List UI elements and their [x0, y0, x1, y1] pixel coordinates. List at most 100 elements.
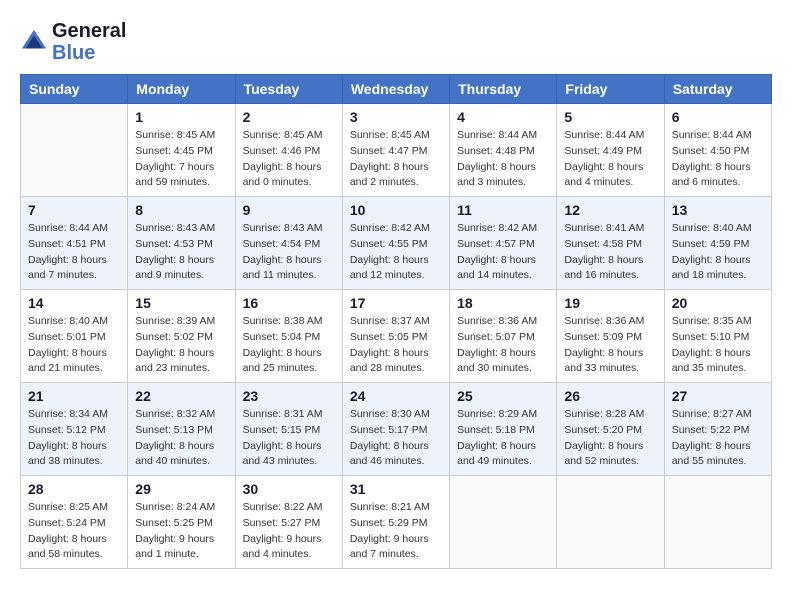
day-info: Sunrise: 8:34 AM Sunset: 5:12 PM Dayligh…: [28, 407, 120, 470]
day-info: Sunrise: 8:25 AM Sunset: 5:24 PM Dayligh…: [28, 500, 120, 563]
day-number: 19: [564, 295, 656, 311]
day-info: Sunrise: 8:42 AM Sunset: 4:55 PM Dayligh…: [350, 221, 442, 284]
weekday-header-row: SundayMondayTuesdayWednesdayThursdayFrid…: [21, 75, 772, 104]
day-info: Sunrise: 8:40 AM Sunset: 4:59 PM Dayligh…: [672, 221, 764, 284]
calendar-cell: 28 Sunrise: 8:25 AM Sunset: 5:24 PM Dayli…: [21, 476, 128, 569]
day-info: Sunrise: 8:28 AM Sunset: 5:20 PM Dayligh…: [564, 407, 656, 470]
weekday-header-friday: Friday: [557, 75, 664, 104]
day-info: Sunrise: 8:39 AM Sunset: 5:02 PM Dayligh…: [135, 314, 227, 377]
day-number: 12: [564, 202, 656, 218]
day-info: Sunrise: 8:44 AM Sunset: 4:48 PM Dayligh…: [457, 128, 549, 191]
day-number: 25: [457, 388, 549, 404]
day-info: Sunrise: 8:41 AM Sunset: 4:58 PM Dayligh…: [564, 221, 656, 284]
day-number: 10: [350, 202, 442, 218]
calendar-cell: 15 Sunrise: 8:39 AM Sunset: 5:02 PM Dayli…: [128, 290, 235, 383]
day-number: 8: [135, 202, 227, 218]
day-info: Sunrise: 8:21 AM Sunset: 5:29 PM Dayligh…: [350, 500, 442, 563]
day-number: 24: [350, 388, 442, 404]
day-number: 20: [672, 295, 764, 311]
day-number: 14: [28, 295, 120, 311]
calendar-cell: 29Sunrise: 8:24 AM Sunset: 5:25 PM Dayli…: [128, 476, 235, 569]
day-number: 11: [457, 202, 549, 218]
day-info: Sunrise: 8:36 AM Sunset: 5:07 PM Dayligh…: [457, 314, 549, 377]
logo: General Blue: [20, 20, 126, 64]
calendar-cell: 1Sunrise: 8:45 AM Sunset: 4:45 PM Daylig…: [128, 104, 235, 197]
day-info: Sunrise: 8:29 AM Sunset: 5:18 PM Dayligh…: [457, 407, 549, 470]
day-info: Sunrise: 8:42 AM Sunset: 4:57 PM Dayligh…: [457, 221, 549, 284]
day-info: Sunrise: 8:44 AM Sunset: 4:50 PM Dayligh…: [672, 128, 764, 191]
weekday-header-wednesday: Wednesday: [342, 75, 449, 104]
day-number: 3: [350, 109, 442, 125]
day-info: Sunrise: 8:45 AM Sunset: 4:47 PM Dayligh…: [350, 128, 442, 191]
calendar-cell: 13 Sunrise: 8:40 AM Sunset: 4:59 PM Dayli…: [664, 197, 771, 290]
weekday-header-tuesday: Tuesday: [235, 75, 342, 104]
weekday-header-thursday: Thursday: [450, 75, 557, 104]
day-info: Sunrise: 8:22 AM Sunset: 5:27 PM Dayligh…: [243, 500, 335, 563]
day-info: Sunrise: 8:31 AM Sunset: 5:15 PM Dayligh…: [243, 407, 335, 470]
day-info: Sunrise: 8:43 AM Sunset: 4:53 PM Dayligh…: [135, 221, 227, 284]
calendar-cell: 23 Sunrise: 8:31 AM Sunset: 5:15 PM Dayli…: [235, 383, 342, 476]
day-number: 23: [243, 388, 335, 404]
day-info: Sunrise: 8:45 AM Sunset: 4:46 PM Dayligh…: [243, 128, 335, 191]
calendar-cell: 3 Sunrise: 8:45 AM Sunset: 4:47 PM Daylig…: [342, 104, 449, 197]
calendar-table: SundayMondayTuesdayWednesdayThursdayFrid…: [20, 74, 772, 569]
weekday-header-saturday: Saturday: [664, 75, 771, 104]
day-number: 13: [672, 202, 764, 218]
day-info: Sunrise: 8:44 AM Sunset: 4:51 PM Dayligh…: [28, 221, 120, 284]
calendar-cell: 17Sunrise: 8:37 AM Sunset: 5:05 PM Dayli…: [342, 290, 449, 383]
calendar-cell: 31 Sunrise: 8:21 AM Sunset: 5:29 PM Dayli…: [342, 476, 449, 569]
day-number: 7: [28, 202, 120, 218]
calendar-cell: 6 Sunrise: 8:44 AM Sunset: 4:50 PM Daylig…: [664, 104, 771, 197]
calendar-cell: 5 Sunrise: 8:44 AM Sunset: 4:49 PM Daylig…: [557, 104, 664, 197]
day-number: 31: [350, 481, 442, 497]
day-info: Sunrise: 8:32 AM Sunset: 5:13 PM Dayligh…: [135, 407, 227, 470]
calendar-cell: 4 Sunrise: 8:44 AM Sunset: 4:48 PM Daylig…: [450, 104, 557, 197]
calendar-cell: 8 Sunrise: 8:43 AM Sunset: 4:53 PM Daylig…: [128, 197, 235, 290]
calendar-week-row: 21 Sunrise: 8:34 AM Sunset: 5:12 PM Dayli…: [21, 383, 772, 476]
weekday-header-sunday: Sunday: [21, 75, 128, 104]
day-number: 15: [135, 295, 227, 311]
day-number: 27: [672, 388, 764, 404]
day-number: 26: [564, 388, 656, 404]
calendar-cell: 18Sunrise: 8:36 AM Sunset: 5:07 PM Dayli…: [450, 290, 557, 383]
calendar-cell: 11 Sunrise: 8:42 AM Sunset: 4:57 PM Dayli…: [450, 197, 557, 290]
day-number: 6: [672, 109, 764, 125]
day-info: Sunrise: 8:45 AM Sunset: 4:45 PM Dayligh…: [135, 128, 227, 191]
calendar-cell: 12 Sunrise: 8:41 AM Sunset: 4:58 PM Dayli…: [557, 197, 664, 290]
page-header: General Blue: [20, 20, 772, 64]
calendar-week-row: 7 Sunrise: 8:44 AM Sunset: 4:51 PM Daylig…: [21, 197, 772, 290]
logo-text: General Blue: [52, 20, 126, 64]
day-info: Sunrise: 8:37 AM Sunset: 5:05 PM Dayligh…: [350, 314, 442, 377]
calendar-cell: [557, 476, 664, 569]
calendar-week-row: 28 Sunrise: 8:25 AM Sunset: 5:24 PM Dayli…: [21, 476, 772, 569]
calendar-week-row: 1Sunrise: 8:45 AM Sunset: 4:45 PM Daylig…: [21, 104, 772, 197]
day-number: 5: [564, 109, 656, 125]
day-info: Sunrise: 8:38 AM Sunset: 5:04 PM Dayligh…: [243, 314, 335, 377]
calendar-cell: 9 Sunrise: 8:43 AM Sunset: 4:54 PM Daylig…: [235, 197, 342, 290]
day-number: 30: [243, 481, 335, 497]
day-info: Sunrise: 8:44 AM Sunset: 4:49 PM Dayligh…: [564, 128, 656, 191]
day-info: Sunrise: 8:40 AM Sunset: 5:01 PM Dayligh…: [28, 314, 120, 377]
day-info: Sunrise: 8:43 AM Sunset: 4:54 PM Dayligh…: [243, 221, 335, 284]
weekday-header-monday: Monday: [128, 75, 235, 104]
calendar-cell: 21 Sunrise: 8:34 AM Sunset: 5:12 PM Dayli…: [21, 383, 128, 476]
day-number: 16: [243, 295, 335, 311]
day-number: 9: [243, 202, 335, 218]
calendar-cell: 30 Sunrise: 8:22 AM Sunset: 5:27 PM Dayli…: [235, 476, 342, 569]
day-info: Sunrise: 8:36 AM Sunset: 5:09 PM Dayligh…: [564, 314, 656, 377]
calendar-cell: 2Sunrise: 8:45 AM Sunset: 4:46 PM Daylig…: [235, 104, 342, 197]
calendar-cell: 14 Sunrise: 8:40 AM Sunset: 5:01 PM Dayli…: [21, 290, 128, 383]
calendar-cell: 24Sunrise: 8:30 AM Sunset: 5:17 PM Dayli…: [342, 383, 449, 476]
day-number: 4: [457, 109, 549, 125]
day-info: Sunrise: 8:24 AM Sunset: 5:25 PM Dayligh…: [135, 500, 227, 563]
calendar-cell: [450, 476, 557, 569]
calendar-week-row: 14 Sunrise: 8:40 AM Sunset: 5:01 PM Dayli…: [21, 290, 772, 383]
calendar-cell: 25 Sunrise: 8:29 AM Sunset: 5:18 PM Dayli…: [450, 383, 557, 476]
calendar-cell: 26 Sunrise: 8:28 AM Sunset: 5:20 PM Dayli…: [557, 383, 664, 476]
calendar-cell: [664, 476, 771, 569]
calendar-cell: 20Sunrise: 8:35 AM Sunset: 5:10 PM Dayli…: [664, 290, 771, 383]
day-number: 28: [28, 481, 120, 497]
logo-icon: [20, 28, 48, 56]
day-number: 21: [28, 388, 120, 404]
calendar-cell: 16 Sunrise: 8:38 AM Sunset: 5:04 PM Dayli…: [235, 290, 342, 383]
